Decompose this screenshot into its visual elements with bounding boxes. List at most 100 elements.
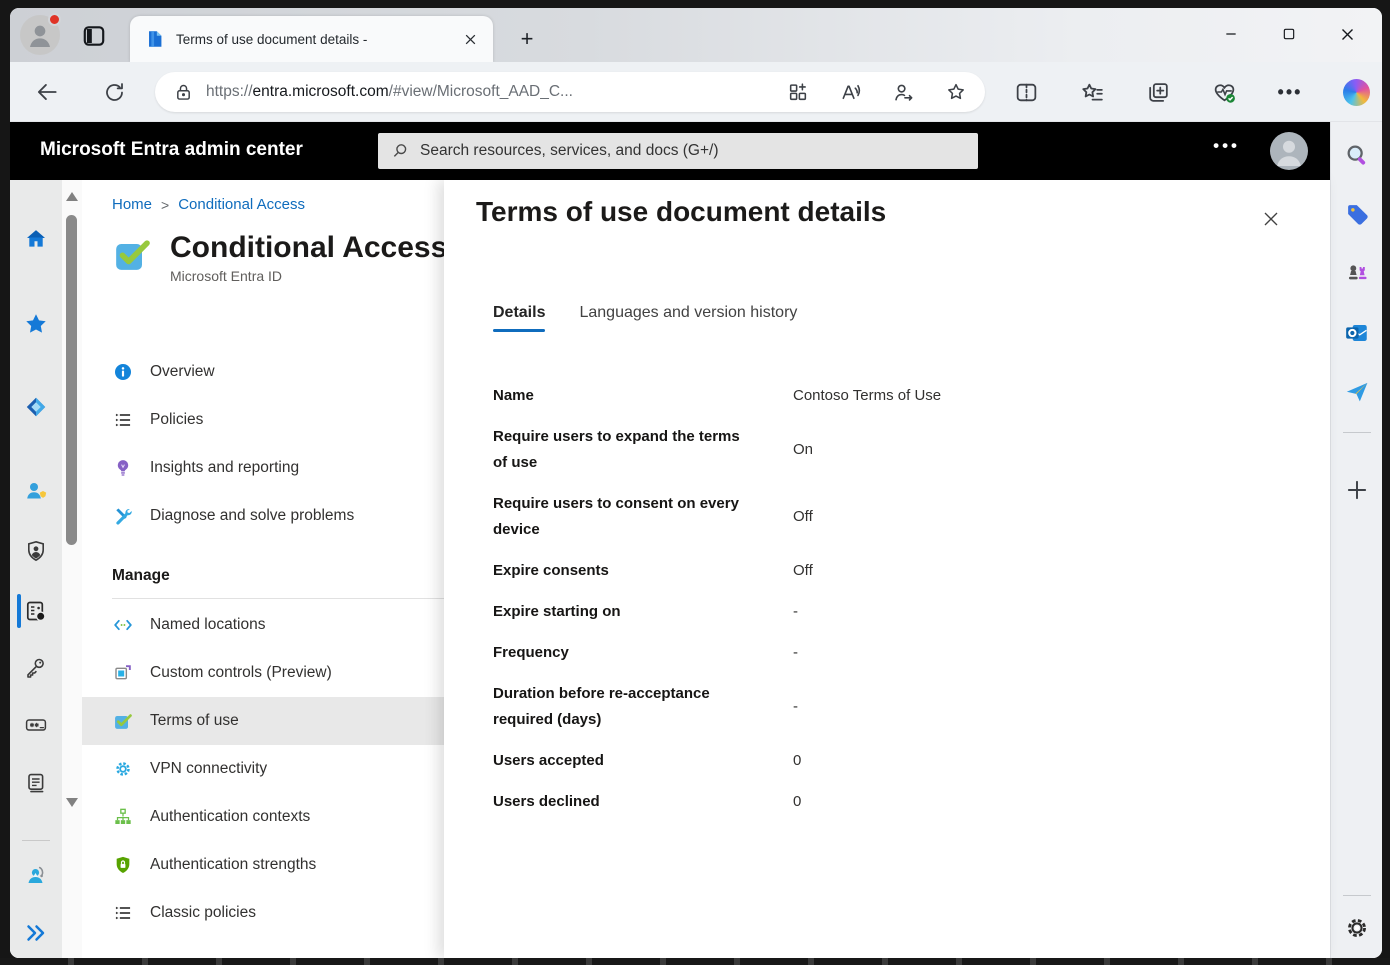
- home-icon[interactable]: [24, 227, 48, 251]
- nav-item-named-locations[interactable]: Named locations: [82, 601, 444, 649]
- more-ellipsis-icon[interactable]: •••: [1272, 74, 1308, 110]
- profile-sync-icon[interactable]: [892, 81, 915, 104]
- field-value: 0: [793, 789, 801, 815]
- close-window-button[interactable]: [1318, 16, 1376, 52]
- keys-icon[interactable]: [24, 656, 48, 680]
- nav-item-terms-of-use[interactable]: Terms of use: [82, 697, 444, 745]
- browser-essentials-icon[interactable]: [1206, 74, 1242, 110]
- browser-tab[interactable]: Terms of use document details -: [130, 16, 493, 62]
- shield-person-icon[interactable]: [24, 539, 48, 563]
- nav-item-label: Diagnose and solve problems: [150, 507, 354, 525]
- panel-close-icon[interactable]: [1258, 206, 1284, 232]
- nav-item-custom-controls-preview[interactable]: Custom controls (Preview): [82, 649, 444, 697]
- add-sidebar-icon[interactable]: [1344, 477, 1370, 503]
- read-aloud-icon[interactable]: [839, 81, 862, 104]
- field-value: Off: [793, 558, 813, 584]
- expand-chevrons-icon[interactable]: [24, 921, 48, 945]
- field-value: -: [793, 640, 798, 666]
- nav-item-insights-and-reporting[interactable]: Insights and reporting: [82, 444, 444, 492]
- nav-item-label: Named locations: [150, 616, 265, 634]
- auth-strengths-icon: [113, 855, 133, 875]
- field-label: Users accepted: [493, 748, 743, 774]
- outlook-icon[interactable]: [1344, 320, 1370, 346]
- nav-item-authentication-contexts[interactable]: Authentication contexts: [82, 793, 444, 841]
- nav-item-diagnose-and-solve-problems[interactable]: Diagnose and solve problems: [82, 492, 444, 540]
- search-icon: [390, 141, 410, 161]
- browser-profile-avatar[interactable]: [20, 15, 60, 55]
- details-panel: Terms of use document details Details La…: [444, 180, 1330, 958]
- tab-close-icon[interactable]: [457, 26, 483, 52]
- split-screen-icon[interactable]: [1008, 74, 1044, 110]
- field-row-frequency: Frequency-: [493, 632, 1294, 673]
- entra-search-box[interactable]: Search resources, services, and docs (G+…: [378, 133, 978, 169]
- games-icon[interactable]: [1344, 259, 1370, 285]
- scroll-up-icon[interactable]: [66, 192, 78, 201]
- field-value: -: [793, 599, 798, 625]
- field-row-duration-before-re-acceptance-required-days: Duration before re-acceptance required (…: [493, 673, 1294, 740]
- field-row-expire-starting-on: Expire starting on -: [493, 591, 1294, 632]
- protection-icon[interactable]: [24, 599, 48, 623]
- nav-scrollbar[interactable]: [62, 180, 82, 958]
- collections-icon[interactable]: [1140, 74, 1176, 110]
- field-value: On: [793, 437, 813, 463]
- tab-title: Terms of use document details -: [176, 32, 457, 47]
- new-tab-button[interactable]: +: [512, 25, 542, 53]
- grid-add-icon[interactable]: [787, 81, 809, 103]
- settings-gear-icon[interactable]: [1344, 915, 1370, 941]
- active-rail-indicator: [17, 594, 21, 628]
- drop-icon[interactable]: [1344, 379, 1370, 405]
- nav-item-classic-policies[interactable]: Classic policies: [82, 889, 444, 937]
- favorite-star-icon[interactable]: [945, 81, 967, 103]
- field-row-expire-consents: Expire consents Off: [493, 550, 1294, 591]
- shopping-icon[interactable]: [1344, 201, 1370, 227]
- field-label: Require users to expand the terms of use: [493, 424, 743, 476]
- nav-item-label: Custom controls (Preview): [150, 664, 332, 682]
- nav-item-label: VPN connectivity: [150, 760, 267, 778]
- nav-item-label: Overview: [150, 363, 215, 381]
- section-manage: Manage: [112, 562, 444, 590]
- nav-item-policies[interactable]: Policies: [82, 396, 444, 444]
- breadcrumb: Home > Conditional Access: [112, 196, 444, 213]
- header-more-icon[interactable]: •••: [1213, 136, 1240, 156]
- conditional-access-nav: Home > Conditional Access Conditional Ac…: [62, 180, 444, 958]
- tab-details[interactable]: Details: [476, 296, 562, 337]
- workspaces-icon[interactable]: [80, 23, 110, 49]
- sidebar-search-icon[interactable]: [1344, 142, 1370, 168]
- nav-item-label: Authentication strengths: [150, 856, 316, 874]
- address-bar[interactable]: https://entra.microsoft.com/#view/Micros…: [155, 72, 985, 112]
- field-label: Expire starting on: [493, 599, 743, 625]
- content-area: Home > Conditional Access Conditional Ac…: [10, 180, 1330, 958]
- nav-item-vpn-connectivity[interactable]: VPN connectivity: [82, 745, 444, 793]
- tab-languages-version-history[interactable]: Languages and version history: [562, 296, 814, 337]
- breadcrumb-home[interactable]: Home: [112, 196, 152, 213]
- tools-icon: [113, 506, 133, 526]
- users-icon[interactable]: [24, 479, 48, 503]
- maximize-button[interactable]: [1260, 16, 1318, 52]
- nav-menu: Overview Policies Insights and reporting Di…: [82, 348, 444, 937]
- tab-strip: Terms of use document details - +: [10, 8, 1382, 62]
- account-avatar[interactable]: [1270, 132, 1308, 170]
- support-person-icon[interactable]: [24, 863, 48, 887]
- entra-id-icon[interactable]: [24, 395, 48, 419]
- entra-header: Microsoft Entra admin center Search reso…: [10, 122, 1330, 180]
- favorites-list-icon[interactable]: [1074, 74, 1110, 110]
- breadcrumb-conditional-access[interactable]: Conditional Access: [178, 196, 305, 213]
- back-icon[interactable]: [32, 78, 62, 106]
- taskbar-hint: [0, 958, 1390, 965]
- minimize-button[interactable]: [1202, 16, 1260, 52]
- entra-app-title: Microsoft Entra admin center: [40, 139, 303, 161]
- refresh-icon[interactable]: [99, 78, 129, 106]
- pages-icon[interactable]: [24, 771, 48, 795]
- field-label: Expire consents: [493, 558, 743, 584]
- scroll-down-icon[interactable]: [66, 798, 78, 807]
- section-divider: [112, 598, 444, 599]
- nav-item-authentication-strengths[interactable]: Authentication strengths: [82, 841, 444, 889]
- favorites-star-icon[interactable]: [24, 312, 48, 336]
- copilot-icon[interactable]: [1338, 74, 1374, 110]
- nav-item-label: Policies: [150, 411, 203, 429]
- list-icon: [113, 410, 133, 430]
- password-icon[interactable]: [24, 713, 48, 737]
- edge-sidebar: [1330, 122, 1382, 958]
- nav-item-overview[interactable]: Overview: [82, 348, 444, 396]
- scrollbar-thumb[interactable]: [66, 215, 77, 545]
